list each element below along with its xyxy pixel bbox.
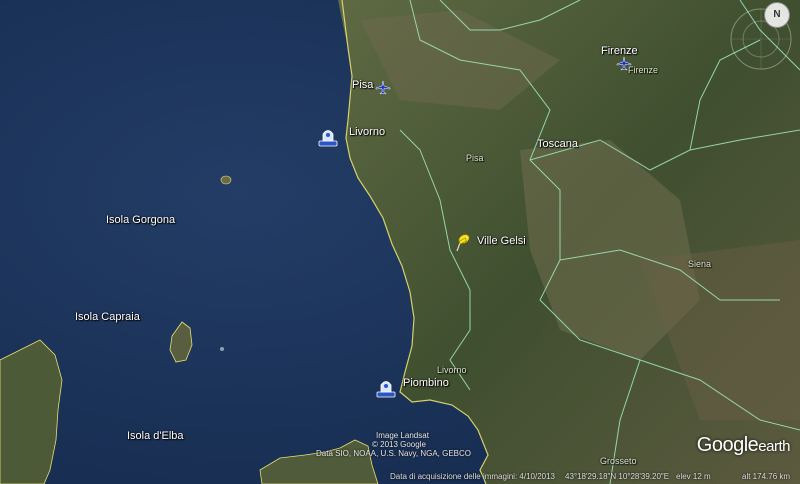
label-piombino[interactable]: Piombino xyxy=(403,377,449,389)
label-firenze-province: Firenze xyxy=(628,65,659,75)
satellite-map[interactable] xyxy=(0,0,800,484)
label-pisa[interactable]: Pisa xyxy=(352,79,373,91)
sea-marker xyxy=(220,347,224,351)
airplane-icon[interactable] xyxy=(375,81,391,95)
image-credits: Image Landsat © 2013 Google Data SIO, NO… xyxy=(316,431,471,458)
island-gorgona xyxy=(220,175,232,185)
logo-earth: earth xyxy=(758,438,790,455)
label-isola-capraia[interactable]: Isola Capraia xyxy=(75,311,140,323)
airplane-icon[interactable] xyxy=(616,57,632,71)
elevation: elev 12 m xyxy=(676,472,711,481)
label-isola-elba[interactable]: Isola d'Elba xyxy=(127,430,184,442)
label-livorno[interactable]: Livorno xyxy=(349,126,385,138)
status-bar: Data di acquisizione delle immagini: 4/1… xyxy=(0,470,800,484)
label-firenze[interactable]: Firenze xyxy=(601,45,638,57)
label-livorno-province: Livorno xyxy=(437,365,467,375)
port-icon[interactable] xyxy=(317,127,339,147)
credit-line: Data SIO, NOAA, U.S. Navy, NGA, GEBCO xyxy=(316,449,471,458)
compass-north-button[interactable]: N xyxy=(764,2,790,28)
yellow-pushpin-icon[interactable] xyxy=(455,232,471,252)
logo-google: Google xyxy=(696,434,759,456)
label-grosseto: Grosseto xyxy=(600,456,637,466)
label-pisa-province: Pisa xyxy=(466,153,484,163)
eye-altitude: alt 174.76 km xyxy=(742,472,791,481)
label-ville-gelsi[interactable]: Ville Gelsi xyxy=(477,235,526,247)
port-icon[interactable] xyxy=(375,378,397,398)
credit-line: Image Landsat xyxy=(376,431,429,440)
credit-line: © 2013 Google xyxy=(372,440,426,449)
label-siena-province: Siena xyxy=(688,259,712,269)
cursor-coordinates: 43°18'29.18"N 10°28'39.20"E xyxy=(565,472,670,481)
label-toscana: Toscana xyxy=(537,138,578,150)
label-isola-gorgona[interactable]: Isola Gorgona xyxy=(106,214,175,226)
google-earth-logo: Googleearth xyxy=(696,434,791,457)
imagery-date: Data di acquisizione delle immagini: 4/1… xyxy=(390,472,555,481)
